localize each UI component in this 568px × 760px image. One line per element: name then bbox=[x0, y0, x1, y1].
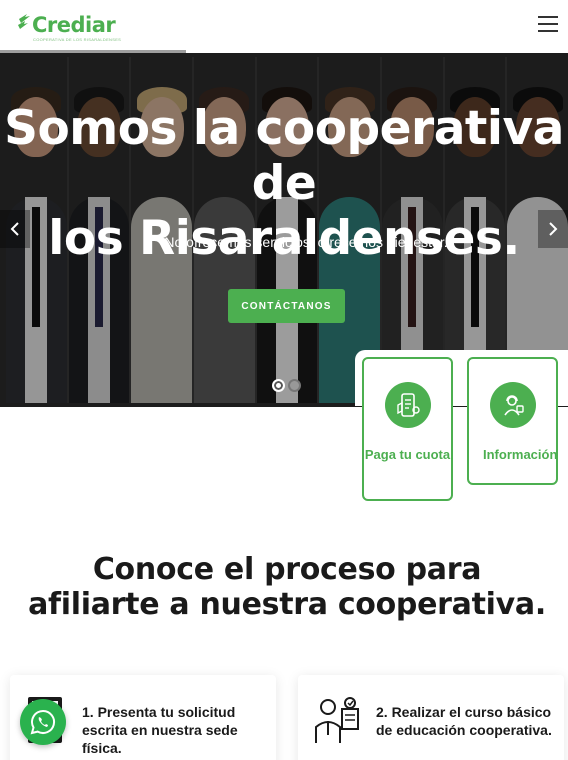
whatsapp-button[interactable] bbox=[20, 699, 66, 745]
logo-mark-icon bbox=[18, 14, 30, 29]
information-card[interactable]: Información bbox=[467, 357, 558, 485]
step-2-text: 2. Realizar el curso básico de educación… bbox=[376, 704, 552, 738]
information-label: Información bbox=[483, 447, 558, 462]
site-header: Crediar COOPERATIVA DE LOS RISARALDENSES bbox=[0, 0, 568, 50]
hero-subtitle: No ofrecemos servicios, ofrecemos bienes… bbox=[164, 234, 448, 250]
contact-button[interactable]: CONTÁCTANOS bbox=[228, 289, 345, 323]
slider-prev-button[interactable] bbox=[0, 210, 30, 248]
hamburger-menu-icon[interactable] bbox=[538, 16, 558, 32]
slider-next-button[interactable] bbox=[538, 210, 568, 248]
slider-dot-1[interactable] bbox=[272, 379, 285, 392]
slider-pagination bbox=[272, 379, 301, 392]
hero-title-line1: Somos la cooperativa de bbox=[4, 101, 564, 211]
pay-installment-card[interactable]: Paga tu cuota bbox=[362, 357, 453, 501]
section-title-line1: Conoce el proceso para bbox=[92, 552, 482, 587]
pay-installment-label: Paga tu cuota bbox=[364, 447, 451, 462]
chevron-right-icon bbox=[549, 222, 558, 236]
whatsapp-icon bbox=[30, 709, 55, 735]
logo[interactable]: Crediar COOPERATIVA DE LOS RISARALDENSES bbox=[17, 13, 121, 42]
chevron-left-icon bbox=[10, 222, 19, 236]
section-title-line2: afiliarte a nuestra cooperativa. bbox=[28, 587, 546, 622]
logo-text: Crediar bbox=[32, 13, 116, 37]
customer-service-icon bbox=[490, 382, 536, 428]
teacher-board-icon bbox=[315, 697, 359, 743]
payment-phone-icon bbox=[385, 382, 431, 428]
step-card-2: 2. Realizar el curso básico de educación… bbox=[298, 675, 564, 760]
logo-tagline: COOPERATIVA DE LOS RISARALDENSES bbox=[33, 37, 122, 42]
section-title: Conoce el proceso para afiliarte a nuest… bbox=[0, 552, 568, 622]
step-1-text: 1. Presenta tu solicitud escrita en nues… bbox=[82, 704, 238, 756]
slider-dot-2[interactable] bbox=[288, 379, 301, 392]
